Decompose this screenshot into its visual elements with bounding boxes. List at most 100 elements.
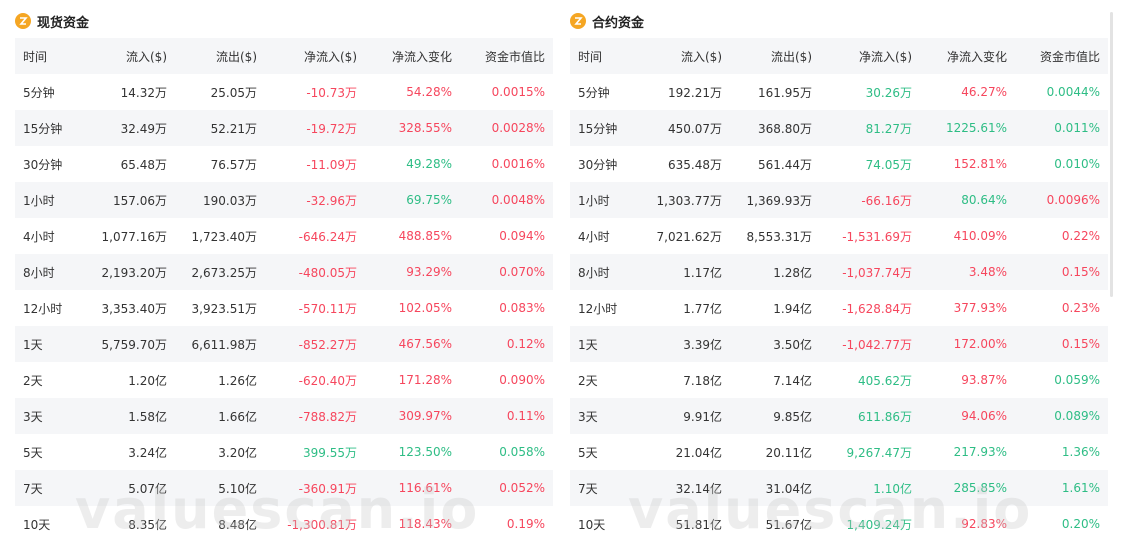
- table-row: 1小时 1,303.77万 1,369.93万 -66.16万 80.64% 0.0096…: [570, 182, 1108, 218]
- cell-outflow: 3.50亿: [773, 337, 812, 352]
- table-row: 5天 3.24亿 3.20亿 399.55万 123.50% 0.058%: [15, 434, 553, 470]
- cell-mcap-ratio: 1.61%: [1061, 481, 1100, 495]
- cell-inflow: 192.21万: [668, 85, 722, 100]
- cell-mcap-ratio: 0.0044%: [1046, 85, 1100, 99]
- cell-mcap-ratio: 0.0048%: [491, 193, 545, 207]
- cell-inflow: 3.39亿: [683, 337, 722, 352]
- table-row: 4小时 1,077.16万 1,723.40万 -646.24万 488.85% 0.09…: [15, 218, 553, 254]
- futures-panel-header: 合约资金: [570, 10, 1108, 32]
- cell-time: 15分钟: [23, 121, 63, 136]
- cell-net-change: 80.64%: [961, 193, 1007, 207]
- cell-net-change: 94.06%: [961, 409, 1007, 423]
- cell-outflow: 9.85亿: [773, 409, 812, 424]
- column-header-outflow: 流出($): [216, 49, 257, 64]
- cell-net-change: 49.28%: [406, 157, 452, 171]
- table-row: 8小时 2,193.20万 2,673.25万 -480.05万 93.29% 0.070…: [15, 254, 553, 290]
- cell-net-change: 172.00%: [953, 337, 1007, 351]
- cell-net-change: 377.93%: [953, 301, 1007, 315]
- column-header-mcap-ratio: 资金市值比: [484, 49, 545, 64]
- cell-outflow: 3,923.51万: [191, 301, 257, 316]
- cell-outflow: 76.57万: [210, 157, 257, 172]
- cell-net-change: 93.87%: [961, 373, 1007, 387]
- cell-inflow: 1,303.77万: [656, 193, 722, 208]
- cell-outflow: 6,611.98万: [191, 337, 257, 352]
- cell-mcap-ratio: 0.089%: [1054, 409, 1100, 423]
- cell-net-change: 1225.61%: [945, 121, 1007, 135]
- cell-inflow: 1,077.16万: [101, 229, 167, 244]
- cell-inflow: 7.18亿: [683, 373, 722, 388]
- cell-mcap-ratio: 0.0096%: [1046, 193, 1100, 207]
- cell-inflow: 65.48万: [120, 157, 167, 172]
- cell-mcap-ratio: 1.36%: [1061, 445, 1100, 459]
- cell-net-inflow: -11.09万: [306, 157, 357, 172]
- cell-time: 15分钟: [578, 121, 618, 136]
- cell-net-inflow: 74.05万: [865, 157, 912, 172]
- cell-outflow: 8.48亿: [218, 517, 257, 532]
- cell-mcap-ratio: 0.058%: [499, 445, 545, 459]
- scrollbar[interactable]: [1110, 12, 1113, 297]
- coin-icon: [570, 13, 586, 29]
- table-row: 10天 8.35亿 8.48亿 -1,300.81万 118.43% 0.19%: [15, 506, 553, 542]
- cell-inflow: 32.49万: [120, 121, 167, 136]
- column-header-net-inflow: 净流入($): [859, 49, 912, 64]
- cell-mcap-ratio: 0.070%: [499, 265, 545, 279]
- cell-outflow: 25.05万: [210, 85, 257, 100]
- table-row: 3天 1.58亿 1.66亿 -788.82万 309.97% 0.11%: [15, 398, 553, 434]
- cell-mcap-ratio: 0.22%: [1061, 229, 1100, 243]
- cell-outflow: 1.26亿: [218, 373, 257, 388]
- cell-net-change: 467.56%: [398, 337, 452, 351]
- cell-outflow: 31.04亿: [765, 481, 812, 496]
- table-row: 30分钟 65.48万 76.57万 -11.09万 49.28% 0.0016%: [15, 146, 553, 182]
- table-row: 7天 32.14亿 31.04亿 1.10亿 285.85% 1.61%: [570, 470, 1108, 506]
- cell-mcap-ratio: 0.059%: [1054, 373, 1100, 387]
- cell-net-change: 102.05%: [398, 301, 452, 315]
- table-row: 30分钟 635.48万 561.44万 74.05万 152.81% 0.010%: [570, 146, 1108, 182]
- cell-net-inflow: 399.55万: [303, 445, 357, 460]
- table-row: 1小时 157.06万 190.03万 -32.96万 69.75% 0.0048%: [15, 182, 553, 218]
- cell-time: 5天: [23, 445, 43, 460]
- table-row: 10天 51.81亿 51.67亿 1,409.24万 92.83% 0.20%: [570, 506, 1108, 542]
- cell-inflow: 21.04亿: [675, 445, 722, 460]
- cell-net-inflow: -1,531.69万: [842, 229, 912, 244]
- cell-net-change: 46.27%: [961, 85, 1007, 99]
- column-header-net-inflow: 净流入($): [304, 49, 357, 64]
- cell-inflow: 5.07亿: [128, 481, 167, 496]
- cell-outflow: 1,369.93万: [746, 193, 812, 208]
- cell-outflow: 1.94亿: [773, 301, 812, 316]
- cell-inflow: 7,021.62万: [656, 229, 722, 244]
- cell-time: 5分钟: [23, 85, 55, 100]
- cell-outflow: 1,723.40万: [191, 229, 257, 244]
- cell-mcap-ratio: 0.0016%: [491, 157, 545, 171]
- cell-time: 7天: [23, 481, 43, 496]
- cell-mcap-ratio: 0.15%: [1061, 265, 1100, 279]
- column-header-net-change: 净流入变化: [946, 49, 1007, 64]
- cell-mcap-ratio: 0.20%: [1061, 517, 1100, 531]
- cell-time: 8小时: [23, 265, 55, 280]
- cell-net-change: 285.85%: [953, 481, 1007, 495]
- cell-net-inflow: -1,628.84万: [842, 301, 912, 316]
- cell-outflow: 190.03万: [203, 193, 257, 208]
- cell-time: 3天: [23, 409, 43, 424]
- cell-mcap-ratio: 0.11%: [506, 409, 545, 423]
- table-row: 1天 5,759.70万 6,611.98万 -852.27万 467.56% 0.12%: [15, 326, 553, 362]
- column-header-time: 时间: [23, 49, 48, 64]
- cell-inflow: 450.07万: [668, 121, 722, 136]
- cell-time: 1小时: [578, 193, 610, 208]
- table-row: 4小时 7,021.62万 8,553.31万 -1,531.69万 410.09% 0.…: [570, 218, 1108, 254]
- cell-net-change: 123.50%: [398, 445, 452, 459]
- cell-mcap-ratio: 0.0028%: [491, 121, 545, 135]
- cell-outflow: 1.66亿: [218, 409, 257, 424]
- cell-outflow: 8,553.31万: [746, 229, 812, 244]
- cell-inflow: 14.32万: [120, 85, 167, 100]
- cell-inflow: 157.06万: [113, 193, 167, 208]
- cell-mcap-ratio: 0.0015%: [491, 85, 545, 99]
- cell-net-inflow: 9,267.47万: [846, 445, 912, 460]
- cell-outflow: 3.20亿: [218, 445, 257, 460]
- column-header-outflow: 流出($): [771, 49, 812, 64]
- cell-outflow: 5.10亿: [218, 481, 257, 496]
- cell-net-inflow: 405.62万: [858, 373, 912, 388]
- cell-net-change: 488.85%: [398, 229, 452, 243]
- cell-time: 4小时: [23, 229, 55, 244]
- cell-outflow: 561.44万: [758, 157, 812, 172]
- cell-net-inflow: -570.11万: [298, 301, 357, 316]
